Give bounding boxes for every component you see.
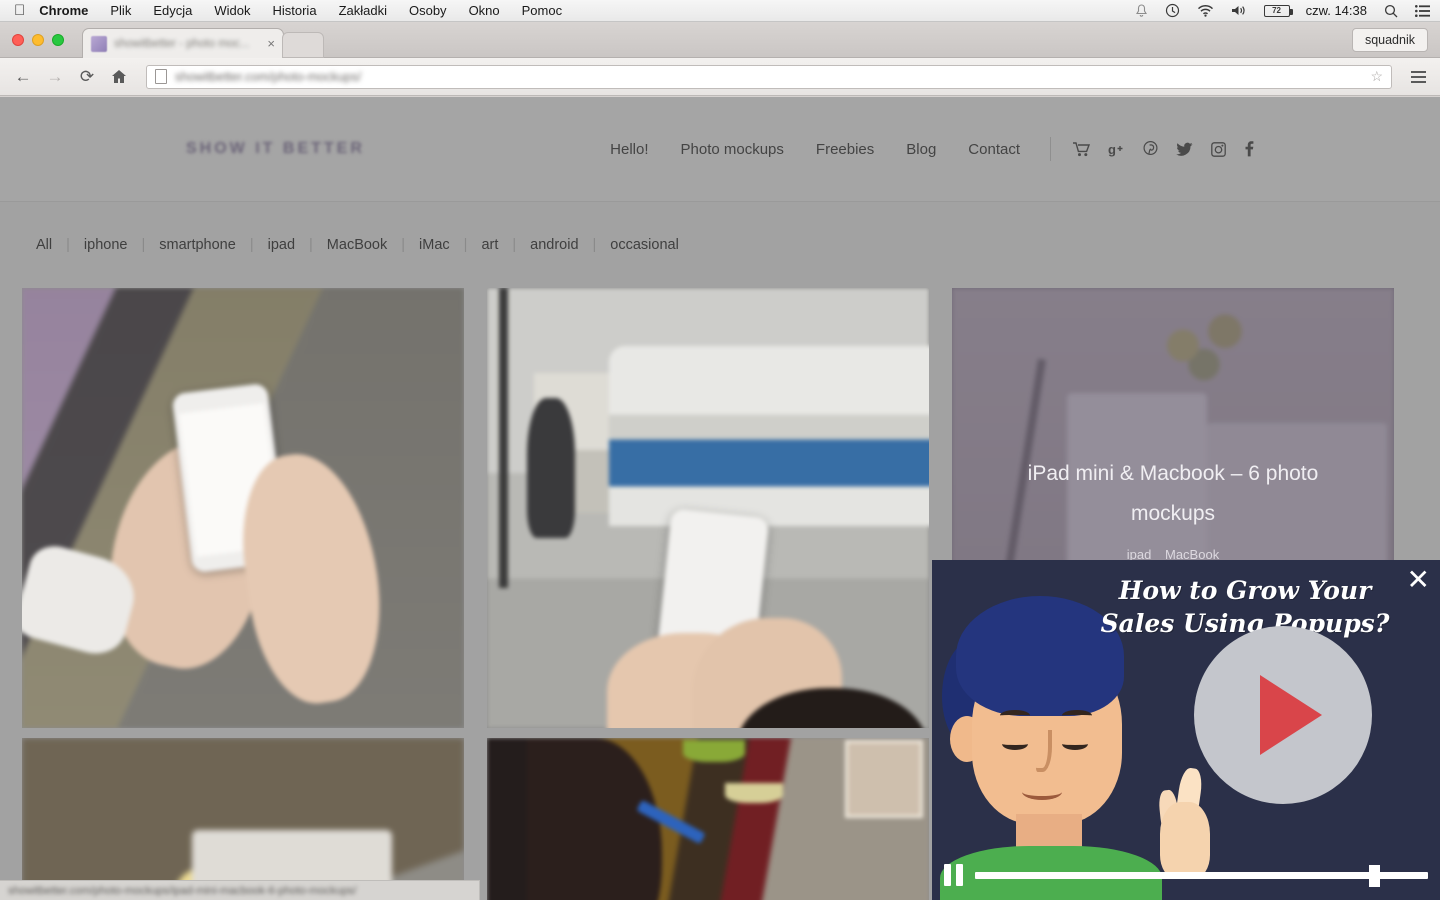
browser-toolbar: ← → ⟳ showitbetter.com/photo-mockups/ ☆: [0, 58, 1440, 96]
nav-link-blog[interactable]: Blog: [906, 141, 936, 158]
site-favicon: [91, 35, 107, 52]
filter-separator: |: [249, 237, 254, 253]
address-bar[interactable]: showitbetter.com/photo-mockups/ ☆: [146, 64, 1392, 89]
menu-item-widok[interactable]: Widok: [214, 3, 250, 18]
filter-android[interactable]: android: [530, 237, 578, 253]
menu-bar-clock[interactable]: czw. 14:38: [1306, 3, 1367, 18]
back-icon[interactable]: ←: [10, 64, 36, 90]
filter-separator: |: [592, 237, 597, 253]
chrome-browser-window: showitbetter - photo moc... × squadnik ←…: [0, 22, 1440, 900]
filter-ipad[interactable]: ipad: [268, 237, 295, 253]
minimize-window-button[interactable]: [32, 34, 44, 46]
gallery-card-4[interactable]: [22, 738, 464, 900]
filter-smartphone[interactable]: smartphone: [159, 237, 236, 253]
battery-icon[interactable]: 72: [1263, 4, 1293, 17]
video-progress-bar[interactable]: [975, 864, 1428, 887]
reload-icon[interactable]: ⟳: [74, 64, 100, 90]
nav-divider: [1050, 137, 1051, 161]
bookmark-star-icon[interactable]: ☆: [1370, 68, 1383, 85]
filter-separator: |: [309, 237, 313, 253]
battery-level: 72: [1263, 4, 1293, 17]
page-viewport: SHOW IT BETTER Hello! Photo mockups Free…: [0, 97, 1440, 900]
menu-bar-status-area: 72 czw. 14:38: [1118, 3, 1440, 18]
filter-occasional[interactable]: occasional: [610, 237, 679, 253]
video-controls: [932, 864, 1440, 887]
filter-iphone[interactable]: iphone: [84, 237, 128, 253]
filter-all[interactable]: All: [36, 237, 52, 253]
gallery-card-2[interactable]: [487, 288, 929, 728]
forward-icon[interactable]: →: [42, 64, 68, 90]
menu-item-plik[interactable]: Plik: [110, 3, 131, 18]
tab-title: showitbetter - photo moc...: [114, 37, 250, 50]
instagram-icon[interactable]: [1211, 141, 1226, 157]
status-link-text: showitbetter.com/photo-mockups/ipad-mini…: [8, 884, 357, 897]
notification-center-icon[interactable]: [1415, 4, 1430, 17]
wifi-icon[interactable]: [1197, 4, 1214, 17]
pointing-hand-illustration: [1154, 766, 1214, 878]
google-plus-icon[interactable]: g: [1108, 142, 1125, 157]
video-progress-handle[interactable]: [1369, 864, 1381, 887]
page-info-icon[interactable]: [155, 69, 167, 84]
gallery-image-bokeh: [22, 738, 464, 900]
home-icon[interactable]: [106, 64, 132, 90]
bell-icon[interactable]: [1135, 3, 1148, 18]
chrome-menu-icon[interactable]: [1406, 70, 1430, 83]
category-filter-bar: All | iphone | smartphone | ipad | MacBo…: [0, 202, 1440, 288]
filter-separator: |: [66, 237, 70, 253]
nav-link-hello[interactable]: Hello!: [610, 141, 648, 158]
gallery-card-1[interactable]: [22, 288, 464, 728]
spotlight-search-icon[interactable]: [1384, 4, 1398, 18]
svg-text:g: g: [1108, 142, 1116, 157]
new-tab-button[interactable]: [282, 32, 324, 58]
site-logo[interactable]: SHOW IT BETTER: [186, 140, 365, 158]
main-navigation: Hello! Photo mockups Freebies Blog Conta…: [578, 137, 1254, 161]
pause-button-icon[interactable]: [944, 864, 963, 886]
close-window-button[interactable]: [12, 34, 24, 46]
gallery-image-cafe: [487, 738, 929, 900]
filter-separator: |: [141, 237, 146, 253]
apple-icon[interactable]: : [14, 3, 25, 18]
menu-item-edycja[interactable]: Edycja: [153, 3, 192, 18]
close-icon[interactable]: ✕: [1407, 566, 1430, 594]
maximize-window-button[interactable]: [52, 34, 64, 46]
window-controls: [12, 34, 64, 46]
pinterest-icon[interactable]: [1143, 141, 1158, 157]
menu-item-historia[interactable]: Historia: [272, 3, 316, 18]
filter-separator: |: [401, 237, 406, 253]
status-bar: showitbetter.com/photo-mockups/ipad-mini…: [0, 880, 480, 900]
menu-item-chrome[interactable]: Chrome: [39, 3, 88, 18]
popup-headline: How to Grow Your Sales Using Popups?: [1100, 576, 1390, 638]
filter-separator: |: [463, 237, 468, 253]
nav-link-contact[interactable]: Contact: [968, 141, 1020, 158]
menu-item-osoby[interactable]: Osoby: [409, 3, 447, 18]
nav-link-photo-mockups[interactable]: Photo mockups: [681, 141, 784, 158]
video-popup-ad[interactable]: ✕ How to Grow Your Sales Using Popups?: [932, 560, 1440, 900]
gallery-image-escalator: [22, 288, 464, 728]
nav-link-freebies[interactable]: Freebies: [816, 141, 874, 158]
overlay-title: iPad mini & Macbook – 6 photo mockups: [1027, 461, 1319, 525]
site-header: SHOW IT BETTER Hello! Photo mockups Free…: [0, 97, 1440, 202]
play-button-icon[interactable]: [1194, 626, 1372, 804]
cart-icon[interactable]: [1073, 141, 1090, 157]
filter-art[interactable]: art: [481, 237, 498, 253]
filter-macbook[interactable]: MacBook: [327, 237, 387, 253]
twitter-icon[interactable]: [1176, 142, 1193, 156]
filter-imac[interactable]: iMac: [419, 237, 450, 253]
tab-strip: showitbetter - photo moc... × squadnik: [0, 22, 1440, 58]
time-machine-icon[interactable]: [1165, 3, 1180, 18]
facebook-icon[interactable]: [1244, 141, 1254, 157]
gallery-card-5[interactable]: [487, 738, 929, 900]
menu-item-pomoc[interactable]: Pomoc: [522, 3, 562, 18]
profile-button[interactable]: squadnik: [1351, 28, 1428, 52]
filter-separator: |: [512, 237, 517, 253]
macos-menu-bar:  Chrome Plik Edycja Widok Historia Zakł…: [0, 0, 1440, 22]
menu-item-zakladki[interactable]: Zakładki: [339, 3, 387, 18]
gallery-image-tram: [487, 288, 929, 728]
volume-icon[interactable]: [1231, 4, 1247, 17]
menu-item-okno[interactable]: Okno: [469, 3, 500, 18]
url-text[interactable]: showitbetter.com/photo-mockups/: [175, 70, 1364, 84]
close-icon[interactable]: ×: [267, 37, 275, 50]
browser-tab-active[interactable]: showitbetter - photo moc... ×: [82, 28, 284, 58]
social-links: g: [1073, 141, 1254, 157]
